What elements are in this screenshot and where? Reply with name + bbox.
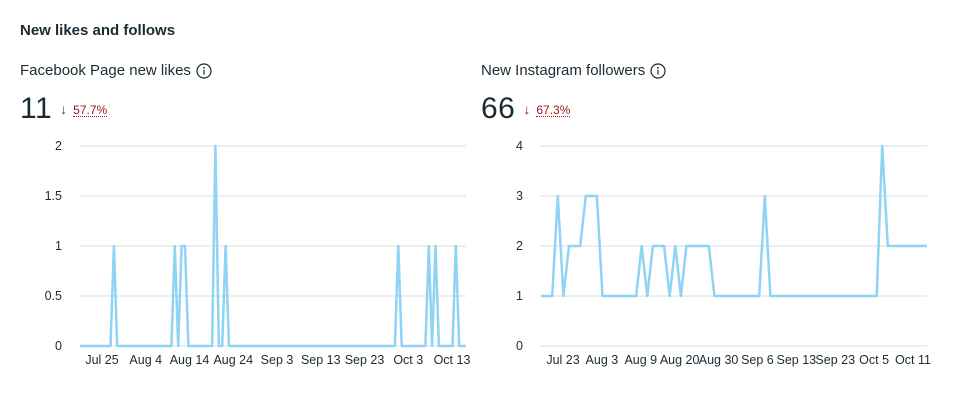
- info-icon[interactable]: [196, 62, 212, 79]
- x-tick-label: Sep 6: [741, 353, 774, 367]
- y-tick-label: 2: [516, 239, 523, 253]
- trend-percent[interactable]: 67.3%: [536, 104, 571, 117]
- x-tick-label: Sep 23: [345, 353, 385, 367]
- x-tick-label: Sep 13: [301, 353, 341, 367]
- metric-value: 11: [20, 92, 53, 125]
- y-tick-label: 2: [55, 139, 62, 153]
- instagram-followers-line-chart: 01234Jul 23 Aug 3 Aug 9 Aug 20 Aug 30 Sep 6 Se…: [516, 139, 931, 367]
- x-tick-label: Jul 23: [546, 353, 579, 367]
- instagram-followers-title: New Instagram followers: [481, 62, 646, 79]
- x-tick-label: Oct 11: [895, 353, 931, 367]
- y-tick-label: 0: [516, 339, 523, 353]
- panel-title: New Instagram followers: [481, 62, 666, 79]
- panel-title: Facebook Page new likes: [20, 62, 212, 79]
- x-tick-label: Oct 3: [393, 353, 423, 367]
- x-tick-label: Aug 30: [699, 353, 739, 367]
- y-tick-label: 0.5: [45, 289, 62, 303]
- arrow-down-icon: ↓: [523, 101, 531, 117]
- x-tick-label: Aug 4: [129, 353, 162, 367]
- y-tick-label: 1.5: [45, 189, 62, 203]
- instagram-followers-panel: New Instagram followers 66 ↓ 67.3% 0 1 2 3 4…: [461, 0, 931, 414]
- metric-value: 66: [481, 92, 516, 125]
- info-icon[interactable]: [650, 62, 666, 79]
- metric-summary: 11 ↓ 57.7%: [20, 92, 108, 126]
- trend-percent[interactable]: 57.7%: [73, 104, 108, 117]
- y-tick-label: 1: [516, 289, 523, 303]
- x-tick-label: Aug 24: [213, 353, 253, 367]
- y-tick-label: 0: [55, 339, 62, 353]
- x-tick-label: Sep 13: [777, 353, 817, 367]
- x-tick-label: Jul 25: [85, 353, 118, 367]
- x-tick-label: Sep 23: [815, 353, 855, 367]
- x-tick-label: Aug 3: [586, 353, 619, 367]
- x-tick-label: Sep 3: [261, 353, 294, 367]
- series-line[interactable]: [541, 144, 927, 298]
- x-tick-label: Oct 5: [859, 353, 889, 367]
- metric-summary: 66 ↓ 67.3%: [481, 92, 571, 126]
- arrow-down-icon: ↓: [60, 101, 68, 117]
- facebook-likes-line-chart: 0 0.5 1 1.5 2 Jul 25 Aug 4 Aug 14 Aug 24 Sep 3 Sep…: [45, 139, 471, 367]
- x-tick-label: Aug 14: [170, 353, 210, 367]
- x-tick-label: Aug 9: [624, 353, 657, 367]
- facebook-likes-panel: Facebook Page new likes 11 ↓ 57.7% 0 0.5 1…: [0, 0, 470, 414]
- y-tick-label: 3: [516, 189, 523, 203]
- facebook-likes-title: Facebook Page new likes: [20, 62, 191, 79]
- x-tick-label: Aug 20: [660, 353, 700, 367]
- y-tick-label: 1: [55, 239, 62, 253]
- y-tick-label: 4: [516, 139, 523, 153]
